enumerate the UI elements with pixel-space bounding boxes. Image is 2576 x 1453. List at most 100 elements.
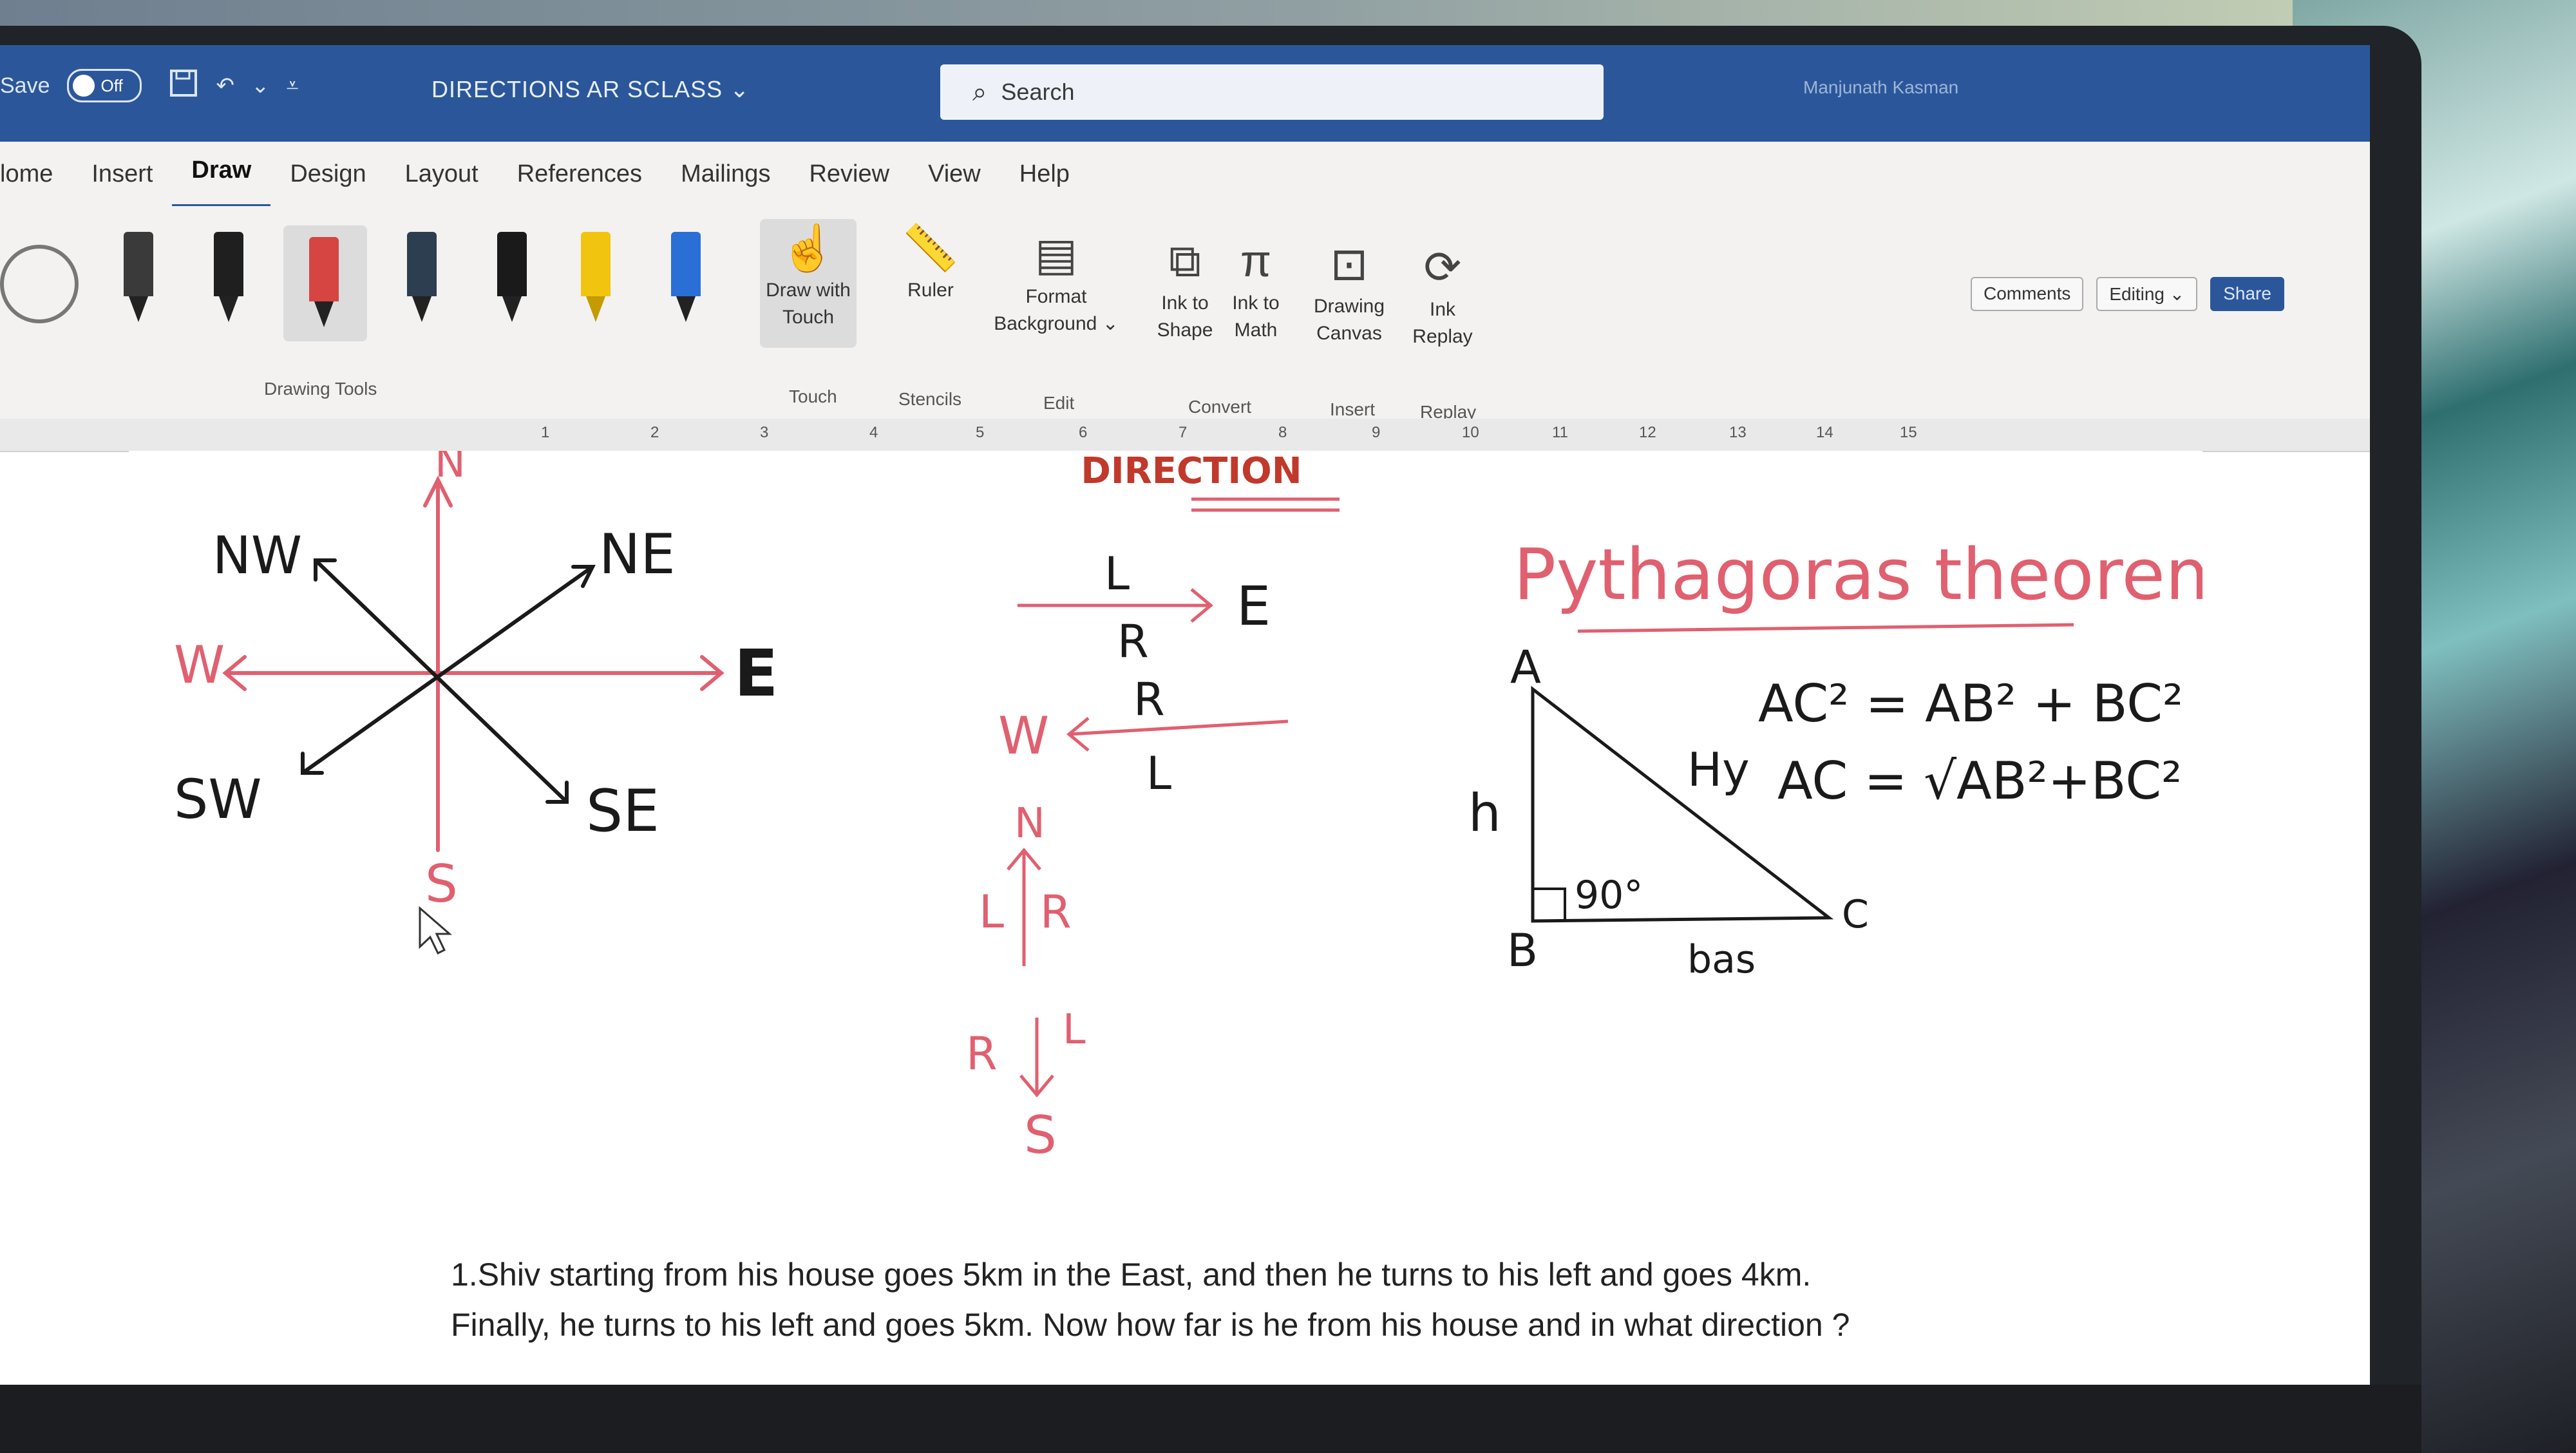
east-turn-left: L — [1104, 547, 1130, 600]
laptop-bottom-bezel — [0, 1385, 2421, 1453]
group-drawing-tools: Drawing Tools — [264, 379, 377, 399]
east-turn-right: R — [1117, 615, 1149, 668]
west-turn-right: R — [1133, 673, 1165, 726]
quick-access-toolbar: Save Off ↶ ⌄ ⩡ — [0, 63, 316, 108]
title-bar: Save Off ↶ ⌄ ⩡ DIRECTIONS AR SCLASS ⌄ ⌕ … — [0, 45, 2370, 142]
horizontal-ruler[interactable]: 1 2 3 4 5 6 7 8 9 10 11 12 13 14 15 — [0, 419, 2370, 452]
angle-label: 90° — [1575, 873, 1643, 918]
search-box[interactable]: ⌕ Search — [940, 64, 1604, 120]
ribbon-tabs: lome Insert Draw Design Layout Reference… — [0, 140, 2370, 208]
pythagoras-title: Pythagoras theorem — [1513, 533, 2202, 616]
undo-dropdown-icon[interactable]: ⌄ — [251, 73, 270, 99]
tab-view[interactable]: View — [909, 142, 1000, 206]
shape-icon: ⧉ — [1169, 236, 1201, 286]
editing-mode-button[interactable]: Editing ⌄ — [2096, 277, 2198, 311]
compass-sw-ne-line — [301, 565, 594, 775]
tab-mailings[interactable]: Mailings — [661, 142, 790, 206]
background-grid-icon: ▤ — [1034, 229, 1078, 280]
east-turn-dest: E — [1236, 575, 1271, 638]
canvas-icon: ⊡ — [1330, 239, 1368, 289]
pen-1[interactable] — [116, 232, 161, 322]
replay-icon: ⟳ — [1423, 242, 1462, 292]
tab-review[interactable]: Review — [790, 142, 909, 206]
hypotenuse-label: Hy — [1687, 743, 1750, 797]
west-turn-left: L — [1146, 747, 1171, 800]
vertex-a: A — [1510, 641, 1541, 694]
comments-button[interactable]: Comments — [1971, 277, 2084, 311]
tab-insert[interactable]: Insert — [72, 142, 172, 206]
question-text[interactable]: 1.Shiv starting from his house goes 5km … — [451, 1249, 2125, 1350]
format-background-button[interactable]: ▤ Format Background ⌄ — [992, 225, 1121, 337]
lasso-select-icon[interactable] — [0, 245, 79, 323]
tab-design[interactable]: Design — [270, 142, 385, 206]
pen-4[interactable] — [399, 232, 444, 322]
pi-math-icon: π — [1240, 236, 1272, 286]
label-ne: NE — [599, 522, 676, 587]
label-se: SE — [586, 777, 659, 845]
ruler-button[interactable]: 📏 Ruler — [889, 219, 972, 304]
vertex-c: C — [1842, 892, 1869, 937]
word-window: Save Off ↶ ⌄ ⩡ DIRECTIONS AR SCLASS ⌄ ⌕ … — [0, 45, 2370, 1385]
base-label: bas — [1687, 937, 1756, 982]
draw-with-touch-button[interactable]: ☝ Draw with Touch — [760, 219, 857, 348]
tab-help[interactable]: Help — [1000, 142, 1089, 206]
ribbon-right-tools: Comments Editing ⌄ Share — [1971, 277, 2284, 311]
document-page[interactable]: DIRECTION N NE E SE S SW W NW L R E R L … — [129, 451, 2202, 1385]
label-n: N — [435, 451, 466, 487]
group-touch: Touch — [789, 386, 837, 406]
north-turn-dest: N — [1014, 800, 1045, 848]
pythagoras-title-underline — [1577, 623, 2074, 633]
search-icon: ⌕ — [972, 77, 987, 106]
south-turn-left: L — [1063, 1006, 1086, 1054]
save-icon[interactable] — [167, 67, 200, 105]
share-button[interactable]: Share — [2210, 277, 2284, 311]
document-title[interactable]: DIRECTIONS AR SCLASS ⌄ — [431, 76, 750, 103]
question-line-1: 1.Shiv starting from his house goes 5km … — [451, 1257, 1812, 1293]
toggle-knob — [72, 75, 95, 97]
pen-5[interactable] — [489, 232, 535, 322]
south-turn-dest: S — [1024, 1105, 1057, 1165]
west-turn-line — [1068, 719, 1289, 736]
group-edit: Edit — [1043, 393, 1075, 413]
west-turn-dest: W — [998, 706, 1049, 766]
pen-galaxy-blue[interactable] — [663, 232, 708, 322]
undo-icon[interactable]: ↶ — [216, 73, 235, 99]
north-turn-left: L — [979, 886, 1004, 938]
highlighter-yellow[interactable] — [573, 232, 618, 322]
drawing-canvas-button[interactable]: ⊡ Drawing Canvas — [1307, 235, 1391, 347]
label-e: E — [734, 636, 778, 711]
ink-drawing-canvas[interactable]: DIRECTION N NE E SE S SW W NW L R E R L … — [129, 451, 2202, 1385]
pen-red-selected[interactable] — [283, 225, 367, 341]
ink-replay-button[interactable]: ⟳ Ink Replay — [1404, 238, 1481, 350]
vertex-b: B — [1507, 924, 1538, 977]
compass-nw-se-line — [314, 558, 569, 804]
label-s: S — [425, 854, 458, 914]
south-turn-right: R — [966, 1027, 998, 1080]
ink-to-shape-button[interactable]: ⧉ Ink to Shape — [1153, 232, 1217, 344]
tab-draw[interactable]: Draw — [172, 140, 271, 208]
customize-qat-icon[interactable]: ⩡ — [287, 73, 299, 99]
north-turn-right: R — [1040, 886, 1072, 938]
tab-layout[interactable]: Layout — [386, 142, 498, 206]
ink-to-math-button[interactable]: π Ink to Math — [1224, 232, 1288, 344]
heading-direction: DIRECTION — [1081, 451, 1302, 492]
tab-references[interactable]: References — [498, 142, 661, 206]
autosave-state: Off — [100, 76, 123, 95]
height-label: h — [1468, 783, 1501, 843]
question-line-2: Finally, he turns to his left and goes 5… — [451, 1307, 1850, 1343]
right-angle-mark — [1533, 888, 1566, 921]
pen-2[interactable] — [206, 232, 251, 322]
label-sw: SW — [174, 768, 261, 831]
equation-1: AC² = AB² + BC² — [1758, 674, 2183, 734]
group-stencils: Stencils — [898, 389, 962, 409]
user-name[interactable]: Manjunath Kasman — [1803, 77, 1958, 98]
equation-2: AC = √AB²+BC² — [1777, 751, 2182, 811]
mouse-cursor-icon — [419, 906, 453, 955]
group-convert: Convert — [1188, 397, 1252, 417]
ruler-icon: 📏 — [902, 223, 959, 273]
tab-home[interactable]: lome — [0, 142, 72, 206]
autosave-toggle[interactable]: Off — [66, 69, 142, 102]
group-insert: Insert — [1330, 399, 1376, 419]
autosave-label: Save — [0, 73, 50, 98]
label-w: W — [174, 635, 225, 695]
